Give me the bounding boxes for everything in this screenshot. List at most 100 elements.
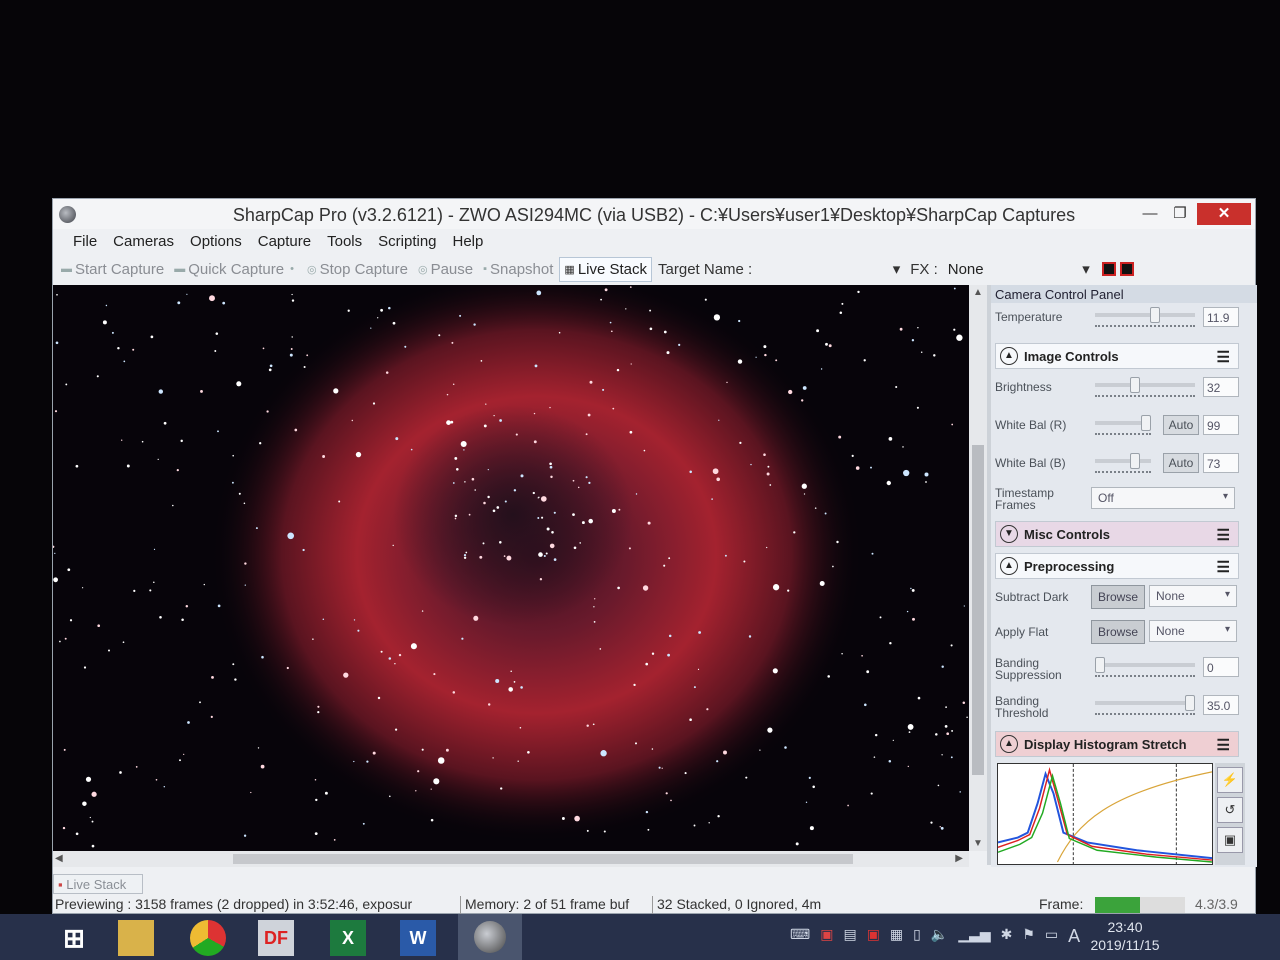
slider-knob[interactable] (1185, 695, 1195, 711)
hamburger-menu-icon[interactable]: ☰ (1217, 526, 1230, 544)
fx-dropdown[interactable]: None ▾ (944, 257, 1094, 281)
scroll-left-icon[interactable]: ◀ (55, 853, 63, 864)
hamburger-menu-icon[interactable]: ☰ (1217, 558, 1230, 576)
chrome-icon[interactable] (190, 920, 226, 956)
start-capture-button[interactable]: ▬ Start Capture (57, 258, 168, 281)
stop-capture-button[interactable]: ◎ Stop Capture (303, 258, 412, 281)
fx-record-icon[interactable] (1101, 262, 1116, 276)
live-stack-button[interactable]: ▦ Live Stack (559, 256, 653, 282)
df-tray-icon[interactable]: ▣ (820, 926, 833, 947)
hamburger-menu-icon[interactable]: ☰ (1217, 736, 1230, 754)
menu-capture[interactable]: Capture (250, 229, 319, 255)
chevron-down-icon[interactable]: ▼ (1000, 525, 1018, 543)
slider-knob[interactable] (1130, 377, 1140, 393)
star (347, 309, 350, 312)
chevron-up-icon[interactable]: ▲ (1000, 347, 1018, 365)
maximize-button[interactable]: ❐ (1167, 203, 1193, 225)
white-bal-r-value[interactable]: 99 (1203, 415, 1239, 435)
vertical-scroll-thumb[interactable] (972, 445, 984, 775)
slider-knob[interactable] (1130, 453, 1141, 469)
chevron-up-icon[interactable]: ▲ (1000, 557, 1018, 575)
banding-suppression-value[interactable]: 0 (1203, 657, 1239, 677)
fx-grid-icon[interactable] (1119, 262, 1134, 276)
temperature-slider[interactable] (1095, 307, 1195, 323)
subtract-dark-dropdown[interactable]: None ▾ (1149, 585, 1237, 607)
keyboard-icon[interactable]: ⌨ (790, 926, 810, 947)
scroll-down-icon[interactable]: ▼ (973, 838, 983, 849)
scroll-right-icon[interactable]: ▶ (955, 853, 963, 864)
image-controls-group[interactable]: ▲ Image Controls ☰ (995, 343, 1239, 369)
star (500, 787, 503, 790)
star (487, 703, 491, 706)
auto-stretch-icon[interactable]: ⚡ (1217, 767, 1243, 793)
banding-threshold-slider[interactable] (1095, 695, 1195, 711)
snapshot-button[interactable]: ▪ Snapshot (479, 258, 557, 281)
network-app-icon[interactable]: ▦ (890, 926, 903, 947)
preprocessing-group[interactable]: ▲ Preprocessing ☰ (995, 553, 1239, 579)
white-bal-b-slider[interactable] (1095, 453, 1151, 469)
subtract-dark-browse-button[interactable]: Browse (1091, 585, 1145, 609)
star (67, 568, 71, 572)
menu-help[interactable]: Help (445, 229, 492, 255)
quick-capture-button[interactable]: ▬ Quick Capture • (170, 258, 301, 281)
pause-button[interactable]: ◎ Pause (414, 258, 477, 281)
windows-start-icon[interactable]: ⊞ (56, 920, 92, 956)
close-button[interactable]: ✕ (1197, 203, 1251, 225)
app-tray-icon[interactable]: ▤ (843, 926, 856, 947)
flag-icon[interactable]: ⚑ (1022, 926, 1035, 947)
reset-icon[interactable]: ↺ (1217, 797, 1243, 823)
misc-controls-group[interactable]: ▼ Misc Controls ☰ (995, 521, 1239, 547)
menu-file[interactable]: File (65, 229, 105, 255)
banding-suppression-slider[interactable] (1095, 657, 1195, 673)
ime-indicator[interactable]: A (1068, 926, 1080, 947)
save-icon[interactable]: ▣ (1217, 827, 1243, 853)
bluetooth-icon[interactable]: ✱ (1001, 926, 1013, 947)
clock[interactable]: 23:40 2019/11/15 (1080, 918, 1170, 954)
white-bal-r-slider[interactable] (1095, 415, 1151, 431)
dropdown-arrow-icon[interactable]: • (290, 263, 294, 275)
volume-icon[interactable]: 🔈 (931, 926, 948, 947)
menu-scripting[interactable]: Scripting (370, 229, 444, 255)
white-bal-b-value[interactable]: 73 (1203, 453, 1239, 473)
menu-options[interactable]: Options (182, 229, 250, 255)
scroll-up-icon[interactable]: ▲ (973, 287, 983, 298)
live-stack-tab[interactable]: ▪ Live Stack (53, 874, 143, 894)
brightness-slider[interactable] (1095, 377, 1195, 393)
display-icon[interactable]: ▭ (1045, 926, 1058, 947)
df-app-icon[interactable]: DF (258, 920, 294, 956)
display-histogram-stretch-group[interactable]: ▲ Display Histogram Stretch ☰ (995, 731, 1239, 757)
vertical-scrollbar[interactable]: ▲ ▼ (969, 285, 987, 851)
white-bal-b-auto-button[interactable]: Auto (1163, 453, 1199, 473)
minimize-button[interactable]: — (1137, 203, 1163, 225)
menu-cameras[interactable]: Cameras (105, 229, 182, 255)
horizontal-scroll-thumb[interactable] (233, 854, 853, 864)
star (630, 363, 632, 365)
white-bal-r-row: White Bal (R) Auto 99 (995, 413, 1239, 443)
excel-icon[interactable]: X (330, 920, 366, 956)
image-viewer[interactable] (53, 285, 969, 851)
menu-tools[interactable]: Tools (319, 229, 370, 255)
brightness-value[interactable]: 32 (1203, 377, 1239, 397)
histogram-plot[interactable] (997, 763, 1213, 865)
white-bal-r-auto-button[interactable]: Auto (1163, 415, 1199, 435)
word-icon[interactable]: W (400, 920, 436, 956)
chevron-up-icon[interactable]: ▲ (1000, 735, 1018, 753)
slider-knob[interactable] (1095, 657, 1105, 673)
horizontal-scrollbar[interactable]: ◀ ▶ (53, 851, 969, 867)
timestamp-frames-dropdown[interactable]: Off ▾ (1091, 487, 1235, 509)
battery-icon[interactable]: ▯ (913, 926, 921, 947)
slider-knob[interactable] (1150, 307, 1160, 323)
banding-threshold-value[interactable]: 35.0 (1203, 695, 1239, 715)
taskbar: ⊞ DF X W ⌨ ▣ ▤ ▣ ▦ ▯ 🔈 ▁▃▅ ✱ ⚑ ▭ A 23:40… (0, 914, 1280, 960)
hamburger-menu-icon[interactable]: ☰ (1217, 348, 1230, 366)
signal-icon[interactable]: ▁▃▅ (958, 926, 990, 947)
star (716, 760, 719, 763)
apply-flat-browse-button[interactable]: Browse (1091, 620, 1145, 644)
apply-flat-dropdown[interactable]: None ▾ (1149, 620, 1237, 642)
file-explorer-icon[interactable] (118, 920, 154, 956)
pdf-icon[interactable]: ▣ (867, 926, 880, 947)
slider-knob[interactable] (1141, 415, 1151, 431)
title-bar[interactable]: SharpCap Pro (v3.2.6121) - ZWO ASI294MC … (53, 199, 1255, 229)
sharpcap-taskbar-button[interactable] (458, 914, 522, 960)
target-name-dropdown[interactable]: ▾ (758, 257, 904, 281)
